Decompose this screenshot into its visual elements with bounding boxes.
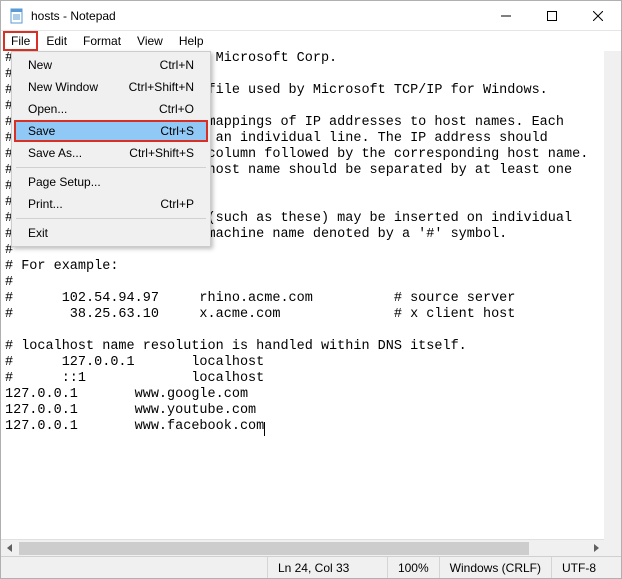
menu-item-save-as[interactable]: Save As... Ctrl+Shift+S	[14, 142, 208, 164]
menu-item-print[interactable]: Print... Ctrl+P	[14, 193, 208, 215]
menu-item-save[interactable]: Save Ctrl+S	[14, 120, 208, 142]
menu-item-page-setup[interactable]: Page Setup...	[14, 171, 208, 193]
menu-item-label: New Window	[28, 80, 98, 94]
title-bar: hosts - Notepad	[1, 1, 621, 31]
scroll-thumb[interactable]	[19, 542, 529, 555]
menu-item-exit[interactable]: Exit	[14, 222, 208, 244]
status-encoding: UTF-8	[551, 557, 621, 578]
scroll-track[interactable]	[19, 540, 586, 557]
file-menu-dropdown: New Ctrl+N New Window Ctrl+Shift+N Open.…	[11, 51, 211, 247]
menu-item-open[interactable]: Open... Ctrl+O	[14, 98, 208, 120]
status-bar: Ln 24, Col 33 100% Windows (CRLF) UTF-8	[1, 556, 621, 578]
menu-help[interactable]: Help	[171, 31, 212, 51]
menu-item-label: New	[28, 58, 52, 72]
menu-file[interactable]: File	[3, 31, 38, 51]
menu-format[interactable]: Format	[75, 31, 129, 51]
minimize-button[interactable]	[483, 1, 529, 31]
menu-item-shortcut: Ctrl+Shift+N	[129, 80, 194, 94]
menu-item-label: Save	[28, 124, 55, 138]
menu-bar: File Edit Format View Help	[1, 31, 621, 51]
menu-view[interactable]: View	[129, 31, 171, 51]
vertical-scrollbar[interactable]	[604, 51, 621, 556]
scroll-left-arrow[interactable]	[1, 540, 18, 557]
menu-item-shortcut: Ctrl+Shift+S	[129, 146, 194, 160]
menu-separator	[16, 218, 206, 219]
menu-item-label: Exit	[28, 226, 48, 240]
text-caret	[264, 422, 265, 436]
menu-item-new[interactable]: New Ctrl+N	[14, 54, 208, 76]
menu-item-new-window[interactable]: New Window Ctrl+Shift+N	[14, 76, 208, 98]
menu-separator	[16, 167, 206, 168]
maximize-button[interactable]	[529, 1, 575, 31]
status-position: Ln 24, Col 33	[267, 557, 387, 578]
menu-item-label: Print...	[28, 197, 63, 211]
menu-item-label: Open...	[28, 102, 67, 116]
menu-item-shortcut: Ctrl+N	[160, 58, 194, 72]
horizontal-scrollbar[interactable]	[1, 539, 604, 556]
menu-item-shortcut: Ctrl+S	[160, 124, 194, 138]
menu-item-label: Page Setup...	[28, 175, 101, 189]
status-line-ending: Windows (CRLF)	[439, 557, 551, 578]
window-title: hosts - Notepad	[31, 9, 116, 23]
menu-edit[interactable]: Edit	[38, 31, 75, 51]
window-controls	[483, 1, 621, 31]
close-button[interactable]	[575, 1, 621, 31]
menu-item-shortcut: Ctrl+O	[159, 102, 194, 116]
menu-item-shortcut: Ctrl+P	[160, 197, 194, 211]
status-zoom: 100%	[387, 557, 439, 578]
menu-item-label: Save As...	[28, 146, 82, 160]
scroll-right-arrow[interactable]	[587, 540, 604, 557]
notepad-icon	[9, 8, 25, 24]
